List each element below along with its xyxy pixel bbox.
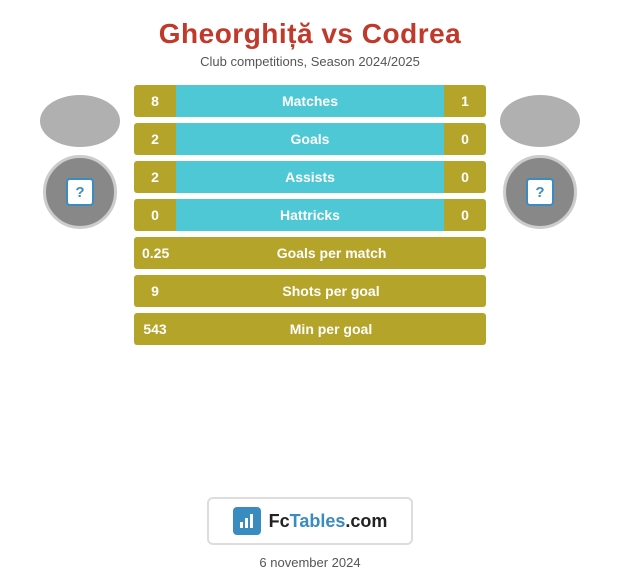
- page-title: Gheorghiță vs Codrea: [10, 18, 610, 50]
- header: Gheorghiță vs Codrea Club competitions, …: [0, 0, 620, 75]
- stat-row-assists: 2Assists0: [134, 161, 486, 193]
- stat-left-goals-per-match: 0.25: [134, 237, 177, 269]
- right-avatar-bg: [500, 95, 580, 147]
- left-avatar-circle: ?: [43, 155, 117, 229]
- stat-label-hattricks: Hattricks: [176, 199, 444, 231]
- stat-row-matches: 8Matches1: [134, 85, 486, 117]
- stat-label-assists: Assists: [176, 161, 444, 193]
- stat-right-hattricks: 0: [444, 199, 486, 231]
- right-avatar-circle: ?: [503, 155, 577, 229]
- stat-label-shots-per-goal: Shots per goal: [176, 275, 486, 307]
- stat-row-goals: 2Goals0: [134, 123, 486, 155]
- stat-right-assists: 0: [444, 161, 486, 193]
- page-subtitle: Club competitions, Season 2024/2025: [10, 54, 610, 69]
- stat-label-min-per-goal: Min per goal: [176, 313, 486, 345]
- stat-row-hattricks: 0Hattricks0: [134, 199, 486, 231]
- footer-date: 6 november 2024: [259, 555, 360, 580]
- stat-label-matches: Matches: [176, 85, 444, 117]
- logo-box: FcTables.com: [207, 497, 414, 545]
- stat-left-shots-per-goal: 9: [134, 275, 176, 307]
- stats-container: 8Matches12Goals02Assists00Hattricks00.25…: [130, 85, 490, 345]
- stat-left-assists: 2: [134, 161, 176, 193]
- stat-left-goals: 2: [134, 123, 176, 155]
- logo-text-blue: Tables: [290, 511, 346, 531]
- logo-area: FcTables.com: [207, 497, 414, 545]
- stat-row-goals-per-match: 0.25Goals per match: [134, 237, 486, 269]
- stat-left-matches: 8: [134, 85, 176, 117]
- stat-left-min-per-goal: 543: [134, 313, 176, 345]
- page-wrapper: Gheorghiță vs Codrea Club competitions, …: [0, 0, 620, 580]
- logo-icon: [233, 507, 261, 535]
- stat-right-matches: 1: [444, 85, 486, 117]
- logo-text: FcTables.com: [269, 511, 388, 532]
- right-avatar-icon: ?: [526, 178, 554, 206]
- content-area: ? 8Matches12Goals02Assists00Hattricks00.…: [0, 85, 620, 483]
- stat-right-goals: 0: [444, 123, 486, 155]
- left-avatar-icon: ?: [66, 178, 94, 206]
- stat-label-goals-per-match: Goals per match: [177, 237, 486, 269]
- left-avatar-bg: [40, 95, 120, 147]
- stat-label-goals: Goals: [176, 123, 444, 155]
- avatar-left: ?: [30, 95, 130, 229]
- stat-row-min-per-goal: 543Min per goal: [134, 313, 486, 345]
- stat-row-shots-per-goal: 9Shots per goal: [134, 275, 486, 307]
- avatar-right: ?: [490, 95, 590, 229]
- stat-left-hattricks: 0: [134, 199, 176, 231]
